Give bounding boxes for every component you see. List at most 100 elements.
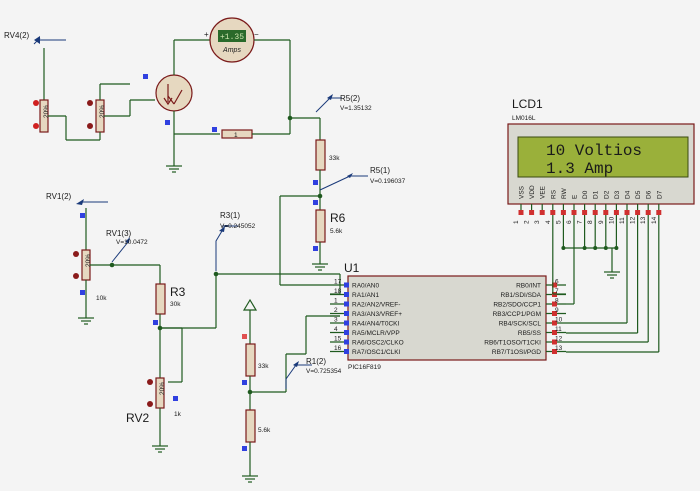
lcd-pin-number: 9 [598,220,605,224]
rv2-label: RV2 [126,411,149,425]
mcu-pin-name: RB6/T1OSO/T1CKI [484,340,541,347]
lcd-pin-name: D5 [635,190,642,199]
mcu-pin-number: 1 [334,298,338,305]
mcu-pin-name: RA5/MCLR/VPP [352,330,400,337]
mcu-pin-number: 17 [334,279,342,286]
circuit-schematic: RV4(2) 20% 20% +1.35 Amps + − 1 R5(2) V=… [4,17,695,483]
rv1-3-probe[interactable]: RV1(3) V=10.0472 [106,229,148,263]
bottom-lower-resistor[interactable] [245,409,256,443]
mcu-pin-name: RA4/AN4/T0CKI [352,321,400,328]
rv4-probe[interactable]: RV4(2) [4,31,66,45]
lcd-pin-number: 12 [630,216,637,224]
r3-1-label: R3(1) [220,211,240,220]
bottom-upper-resistor[interactable] [245,343,256,377]
r3-1-value: V=0.245052 [220,223,256,230]
mcu-pin-name: RB5/SS [518,330,542,337]
lcd-pin-name: D3 [614,190,621,199]
lcd-pin-number: 4 [545,220,552,224]
lcd-pin-name: E [572,194,579,199]
rv1-3-label: RV1(3) [106,229,132,238]
r1-2-probe[interactable]: R1(2) V=0.725354 [285,357,342,389]
lcd-line-1: 10 Voltios [546,142,642,160]
rv1-potentiometer[interactable]: 20% [73,249,92,281]
rv1-probe-label: RV1(2) [46,192,72,201]
ammeter[interactable]: +1.35 Amps + − [204,17,259,63]
ammeter-plus: + [204,30,209,39]
ground-symbol-3 [78,317,94,325]
lcd-pin-number: 10 [608,216,615,224]
lcd-pin-name: D0 [582,190,589,199]
lcd-pin-number: 1 [513,220,520,224]
lcd-pin-name: RS [550,189,557,199]
mcu-pin-name: RB2/SDO/CCP1 [493,302,541,309]
rv1-value: 10k [96,295,107,302]
r5-1-probe[interactable]: R5(1) V=0.196037 [319,166,406,191]
mcu-pin-number: 10 [555,317,563,324]
lcd-pin-name: D2 [603,190,610,199]
mcu-pin-number: 2 [334,307,338,314]
r1-2-label: R1(2) [306,357,326,366]
mcu-pin-name: RA3/AN3/VREF+ [352,311,402,318]
r5-2-probe[interactable]: R5(2) V=1.35132 [315,94,372,113]
r1-2-value: V=0.725354 [306,368,342,375]
lcd-pin-number: 5 [555,220,562,224]
rv2-value: 1k [174,411,182,418]
mcu-pin-number: 9 [555,307,559,314]
lcd-pin-number: 2 [524,220,531,224]
rv2-potentiometer[interactable]: 20% [147,377,166,409]
mcu-pin-number: 18 [334,288,342,295]
mcu-ref: U1 [344,261,360,275]
mcu-pin-name: RB0/INT [516,283,541,290]
bottom-upper-value: 33k [258,363,269,370]
ground-symbol-6 [604,264,620,279]
lcd-pin-number: 13 [640,216,647,224]
mcu-pin-number: 6 [555,279,559,286]
lcd-pin-name: RW [561,187,568,199]
r5-upper-resistor[interactable] [315,139,326,171]
r5-upper-value: 33k [329,155,340,162]
rv4-potentiometer[interactable]: 20% [33,99,50,133]
mcu-pin-name: RA7/OSC1/CLKI [352,349,401,356]
r6-label: R6 [330,211,346,225]
lcd-pin-number: 14 [651,216,658,224]
ammeter-unit: Amps [222,47,241,54]
mcu-pin-name: RA6/OSC2/CLKO [352,340,404,347]
bottom-lower-value: 5.6k [258,427,271,434]
ground-symbol-5 [242,475,258,483]
mcu-pin-number: 11 [555,326,562,333]
ground-symbol-1 [166,160,182,173]
lcd-pin-name: VSS [519,185,526,199]
rv1-3-value: V=10.0472 [116,239,148,246]
mcu-pin-number: 4 [334,326,338,333]
r3-1-probe[interactable]: R3(1) V=0.245052 [215,211,256,271]
lcd-ref: LCD1 [512,97,543,111]
r1-resistor[interactable]: 1 [221,129,253,139]
current-source[interactable] [155,74,193,112]
lcd-line-2: 1.3 Amp [546,160,613,178]
lcd-pin-name: VEE [540,185,547,199]
lcd-pin-number: 6 [566,220,573,224]
mcu-pin-name: RA0/AN0 [352,283,379,290]
r6-resistor[interactable] [315,209,326,243]
mcu-pin-name: RA1/AN1 [352,292,379,299]
mcu-pin-number: 16 [334,345,342,352]
lcd-pin-name: D6 [646,190,653,199]
ground-symbol-2 [312,263,328,271]
lcd-pin-number: 7 [577,220,584,224]
r5-2-value: V=1.35132 [340,105,372,112]
lcd-pin-name: D1 [593,190,600,199]
r5-2-label: R5(2) [340,94,360,103]
mcu-pin-name: RB1/SDI/SDA [501,292,542,299]
mcu-part: PIC16F819 [348,364,381,371]
mcu-pin-name: RB7/T1OSI/PGD [492,349,541,356]
r5-1-label: R5(1) [370,166,390,175]
mcu-pin-number: 3 [334,317,338,324]
r1-label: 1 [234,132,238,139]
r3-resistor[interactable] [155,283,166,315]
lcd-pin-number: 8 [587,220,594,224]
mcu-pin-number: 12 [555,336,563,343]
r5-1-value: V=0.196037 [370,178,406,185]
second-potentiometer[interactable]: 20% [87,99,106,133]
rv1-probe[interactable]: RV1(2) [46,192,108,205]
ammeter-minus: − [254,30,259,39]
